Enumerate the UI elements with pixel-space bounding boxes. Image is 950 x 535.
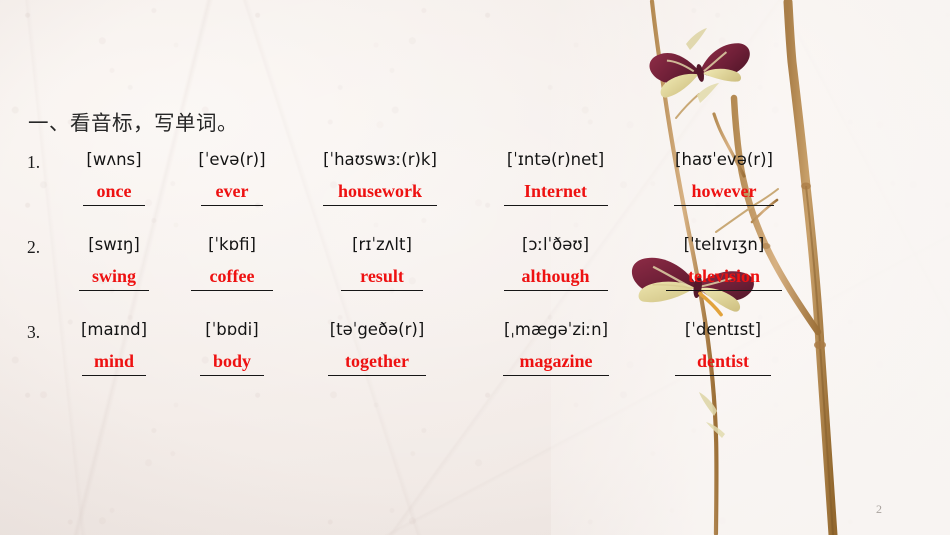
answer-word[interactable]: ever <box>216 181 249 201</box>
answer-slot: housework <box>300 181 460 206</box>
phonetic-transcription: [ˈkɒfi] <box>208 235 256 254</box>
answer-word[interactable]: housework <box>338 181 422 201</box>
answer-underline <box>82 374 146 376</box>
exercise-item: [ˈdentɪst] dentist <box>655 320 791 376</box>
exercise-item: [ˌmægəˈziːn] magazine <box>485 320 627 376</box>
answer-slot: swing <box>58 266 170 291</box>
exercise-item: [ˈkɒfi] coffee <box>176 235 288 291</box>
answer-slot: although <box>487 266 624 291</box>
page-number: 2 <box>876 502 882 516</box>
phonetic-transcription: [ˈɪntə(r)net] <box>506 150 605 169</box>
answer-word[interactable]: Internet <box>524 181 587 201</box>
answer-underline <box>503 204 608 206</box>
answer-slot: together <box>310 351 444 376</box>
exercise-item: [haʊˈevə(r)] however <box>648 150 800 206</box>
answer-underline <box>200 374 264 376</box>
answer-underline <box>191 289 273 291</box>
exercise-item: [təˈgeðə(r)] together <box>310 320 444 376</box>
answer-underline <box>666 289 782 291</box>
answer-slot: magazine <box>485 351 627 376</box>
phonetic-transcription: [ˌmægəˈziːn] <box>503 320 609 339</box>
phonetic-transcription: [ˈhaʊswɜː(r)k] <box>323 150 437 169</box>
phonetic-transcription: [ɔːlˈðəʊ] <box>521 235 590 254</box>
answer-underline <box>503 289 608 291</box>
answer-underline <box>79 289 149 291</box>
phonetic-transcription: [swɪŋ] <box>88 235 140 254</box>
exercise-item: [wʌns] once <box>58 150 170 206</box>
answer-word[interactable]: although <box>521 266 589 286</box>
answer-word[interactable]: body <box>213 351 251 371</box>
answer-slot: dentist <box>655 351 791 376</box>
answer-underline <box>83 204 145 206</box>
answer-underline <box>328 374 426 376</box>
exercise-row: 1. [wʌns] once [ˈevə(r)] ever [ˈhaʊswɜː(… <box>0 150 950 236</box>
answer-underline <box>201 204 263 206</box>
answer-word[interactable]: once <box>97 181 132 201</box>
answer-underline <box>675 374 771 376</box>
exercise-item: [ˈtelɪvɪʒn] television <box>650 235 798 291</box>
exercise-item: [swɪŋ] swing <box>58 235 170 291</box>
row-number: 1. <box>27 152 41 172</box>
exercise-item: [ˈevə(r)] ever <box>176 150 288 206</box>
phonetic-transcription: [haʊˈevə(r)] <box>675 150 773 169</box>
answer-word[interactable]: magazine <box>520 351 593 371</box>
answer-slot: however <box>648 181 800 206</box>
phonetic-transcription: [rɪˈzʌlt] <box>352 235 412 254</box>
exercise-item: [ˈhaʊswɜː(r)k] housework <box>300 150 460 206</box>
answer-slot: mind <box>58 351 170 376</box>
exercise-row: 2. [swɪŋ] swing [ˈkɒfi] coffee [rɪˈzʌlt] <box>0 235 950 321</box>
exercise-item: [rɪˈzʌlt] result <box>320 235 444 291</box>
phonetic-transcription: [ˈevə(r)] <box>198 150 266 169</box>
answer-word[interactable]: however <box>692 181 757 201</box>
exercise-item: [ˈɪntə(r)net] Internet <box>483 150 628 206</box>
answer-slot: once <box>58 181 170 206</box>
answer-word[interactable]: swing <box>92 266 136 286</box>
answer-word[interactable]: together <box>345 351 409 371</box>
answer-word[interactable]: dentist <box>697 351 749 371</box>
slide-content: 一、看音标，写单词。 1. [wʌns] once [ˈevə(r)] ever… <box>0 0 950 535</box>
answer-slot: body <box>176 351 288 376</box>
exercise-item: [ɔːlˈðəʊ] although <box>487 235 624 291</box>
exercise-item: [ˈbɒdi] body <box>176 320 288 376</box>
row-number: 3. <box>27 322 41 342</box>
exercise-row: 3. [maɪnd] mind [ˈbɒdi] body [təˈgeðə(r)… <box>0 320 950 406</box>
answer-underline <box>674 204 774 206</box>
answer-slot: result <box>320 266 444 291</box>
phonetic-transcription: [ˈtelɪvɪʒn] <box>683 235 765 254</box>
exercise-item: [maɪnd] mind <box>58 320 170 376</box>
slide-canvas: 一、看音标，写单词。 1. [wʌns] once [ˈevə(r)] ever… <box>0 0 950 535</box>
phonetic-transcription: [təˈgeðə(r)] <box>329 320 425 339</box>
answer-word[interactable]: coffee <box>210 266 255 286</box>
answer-word[interactable]: television <box>688 266 760 286</box>
phonetic-transcription: [maɪnd] <box>80 320 148 339</box>
answer-word[interactable]: mind <box>94 351 134 371</box>
page-title: 一、看音标，写单词。 <box>28 111 238 135</box>
phonetic-transcription: [wʌns] <box>86 150 142 169</box>
answer-slot: coffee <box>176 266 288 291</box>
answer-underline <box>323 204 437 206</box>
answer-underline <box>341 289 423 291</box>
answer-word[interactable]: result <box>360 266 404 286</box>
phonetic-transcription: [ˈbɒdi] <box>205 320 259 339</box>
answer-slot: television <box>650 266 798 291</box>
phonetic-transcription: [ˈdentɪst] <box>684 320 762 339</box>
answer-slot: ever <box>176 181 288 206</box>
answer-underline <box>503 374 609 376</box>
answer-slot: Internet <box>483 181 628 206</box>
row-number: 2. <box>27 237 41 257</box>
